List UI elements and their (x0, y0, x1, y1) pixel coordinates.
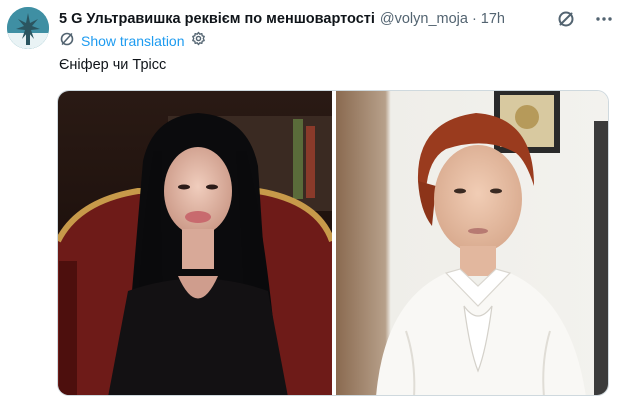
post-time[interactable]: 17h (481, 11, 505, 27)
header-actions (556, 9, 614, 34)
avatar[interactable] (7, 7, 49, 49)
post-text: Єніфер чи Трісс (59, 57, 167, 73)
photo-right-image (336, 91, 608, 395)
translation-row: Show translation (59, 31, 206, 52)
separator-dot: · (471, 11, 477, 27)
settings-gear-icon[interactable] (191, 31, 206, 51)
photo-right[interactable] (336, 91, 608, 395)
show-translation-link[interactable]: Show translation (81, 33, 185, 49)
author-name[interactable]: 5 G Ультравишка реквієм по меншовартості (59, 11, 375, 27)
avatar-image (7, 7, 49, 49)
slash-circle-icon[interactable] (556, 9, 576, 34)
author-handle[interactable]: @volyn_moja (380, 11, 468, 27)
more-icon[interactable] (594, 9, 614, 34)
photo-left-image (58, 91, 332, 395)
post-media[interactable] (57, 90, 609, 396)
translate-icon (59, 31, 75, 52)
post-header: 5 G Ультравишка реквієм по меншовартості… (59, 9, 614, 29)
photo-left[interactable] (58, 91, 332, 395)
